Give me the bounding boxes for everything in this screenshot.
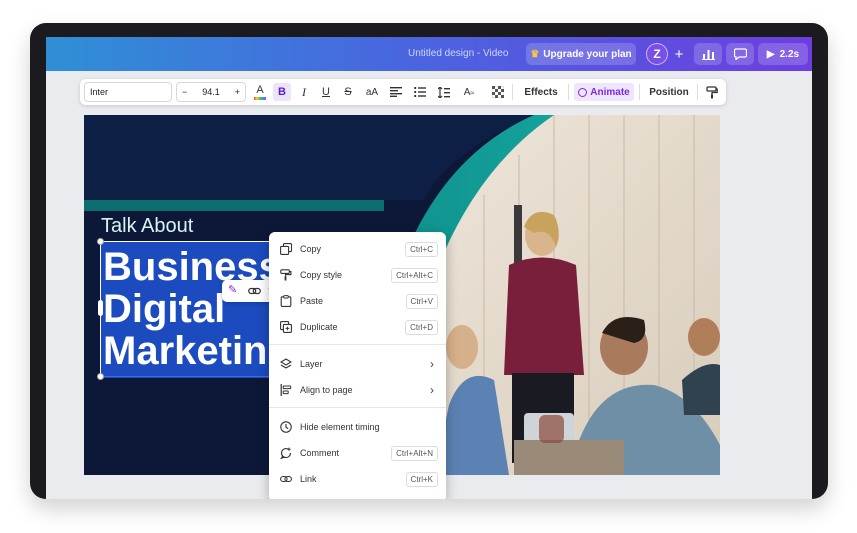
menu-item-label: Align to page — [300, 385, 353, 395]
menu-item-label: Link — [300, 474, 317, 484]
menu-item-label: Hide element timing — [300, 422, 380, 432]
app-screen: Untitled design - Video ♛ Upgrade your p… — [46, 37, 812, 499]
animate-label: Animate — [590, 86, 630, 98]
duplicate-icon — [280, 321, 292, 333]
title-text: Business Digital Marketing — [103, 246, 277, 372]
rainbow-bar-icon — [254, 96, 266, 100]
position-button[interactable]: Position — [646, 83, 692, 101]
menu-item-label: Comment — [300, 448, 340, 458]
effects-button[interactable]: Effects — [520, 83, 562, 101]
clipboard-icon — [280, 295, 292, 307]
text-effects-button[interactable]: A≈ — [460, 83, 478, 101]
menu-item-comment[interactable]: Comment Ctrl+Alt+N — [269, 443, 446, 463]
underline-button[interactable]: U — [319, 83, 333, 101]
align-icon — [280, 384, 292, 396]
toolbar-divider — [512, 84, 513, 100]
chevron-right-icon: › — [430, 357, 434, 371]
font-size-increase[interactable]: + — [235, 87, 240, 97]
paint-roller-icon — [280, 269, 292, 281]
bar-chart-icon — [701, 50, 715, 60]
menu-item-copy[interactable]: Copy Ctrl+C — [269, 239, 446, 259]
title-line-3: Marketing — [103, 329, 277, 372]
resize-handle-bottom-left[interactable] — [97, 373, 104, 380]
line-spacing-icon — [438, 86, 450, 98]
menu-item-shortcut: Ctrl+D — [405, 320, 438, 335]
text-style-icon: A≈ — [463, 86, 475, 98]
menu-item-shortcut: Ctrl+K — [405, 472, 438, 487]
menu-item-shortcut: Ctrl+Alt+C — [391, 268, 438, 283]
text-color-letter: A — [256, 83, 264, 96]
subtitle-text[interactable]: Talk About — [101, 215, 193, 238]
menu-item-paste[interactable]: Paste Ctrl+V — [269, 291, 446, 311]
menu-item-duplicate[interactable]: Duplicate Ctrl+D — [269, 317, 446, 337]
copy-style-button[interactable] — [704, 83, 720, 101]
avatar[interactable]: Z — [646, 43, 668, 65]
top-bar: Untitled design - Video ♛ Upgrade your p… — [46, 37, 812, 71]
menu-item-label: Layer — [300, 359, 323, 369]
menu-item-shortcut: Ctrl+C — [405, 242, 438, 257]
chevron-right-icon: › — [430, 383, 434, 397]
menu-item-layer[interactable]: Layer › — [269, 354, 446, 374]
magic-edit-icon[interactable]: ✎ — [228, 283, 237, 296]
copy-icon — [280, 243, 292, 255]
play-button[interactable]: ▶ 2.2s — [758, 43, 808, 65]
letter-case-button[interactable]: aA — [363, 83, 381, 101]
menu-item-link[interactable]: Link Ctrl+K — [269, 469, 446, 489]
play-icon: ▶ — [766, 48, 775, 60]
menu-item-label: Copy — [300, 244, 322, 254]
text-format-toolbar: Inter − 94.1 + A B I U S aA A≈ Effects A… — [80, 79, 726, 105]
bullet-list-icon — [414, 87, 426, 97]
menu-item-copy-style[interactable]: Copy style Ctrl+Alt+C — [269, 265, 446, 285]
menu-item-hide-element-timing[interactable]: Hide element timing — [269, 417, 446, 437]
link-icon[interactable] — [248, 285, 261, 297]
toolbar-divider — [568, 84, 569, 100]
font-size-decrease[interactable]: − — [182, 87, 187, 97]
upgrade-button[interactable]: ♛ Upgrade your plan — [526, 43, 636, 65]
context-menu: Copy Ctrl+C Copy style Ctrl+Alt+C Paste … — [269, 232, 446, 499]
insights-button[interactable] — [694, 43, 722, 65]
comment-icon — [280, 447, 292, 459]
list-button[interactable] — [412, 83, 428, 101]
font-size-value[interactable]: 94.1 — [202, 87, 220, 97]
menu-item-label: Copy style — [300, 270, 343, 280]
menu-separator — [269, 407, 446, 408]
strikethrough-button[interactable]: S — [341, 83, 355, 101]
speech-bubble-icon — [733, 48, 747, 60]
italic-button[interactable]: I — [297, 83, 311, 101]
text-align-button[interactable] — [388, 83, 404, 101]
align-left-icon — [390, 87, 402, 97]
spacing-button[interactable] — [436, 83, 452, 101]
resize-handle-left[interactable] — [98, 300, 103, 316]
menu-item-shortcut: Ctrl+V — [405, 294, 438, 309]
font-family-select[interactable]: Inter — [84, 82, 172, 102]
menu-item-shortcut: Ctrl+Alt+N — [391, 446, 438, 461]
text-color-button[interactable]: A — [252, 83, 268, 101]
add-collaborator-button[interactable]: + — [670, 43, 688, 65]
animate-button[interactable]: Animate — [574, 83, 634, 101]
checkerboard-icon — [492, 86, 504, 98]
clock-icon — [280, 421, 292, 433]
transparency-button[interactable] — [490, 83, 506, 101]
font-size-stepper[interactable]: − 94.1 + — [176, 82, 246, 102]
layers-icon — [280, 358, 292, 369]
animate-icon — [578, 87, 588, 97]
toolbar-divider — [639, 84, 640, 100]
document-title[interactable]: Untitled design - Video — [408, 48, 508, 59]
upgrade-label: Upgrade your plan — [543, 48, 632, 60]
selected-text-box[interactable]: Business Digital Marketing — [97, 238, 277, 380]
menu-item-label: Duplicate — [300, 322, 338, 332]
crown-icon: ♛ — [530, 48, 540, 60]
menu-item-label: Paste — [300, 296, 324, 306]
bold-button[interactable]: B — [273, 83, 291, 101]
resize-handle-top-left[interactable] — [97, 238, 104, 245]
link-icon — [280, 475, 292, 483]
play-duration: 2.2s — [779, 48, 800, 60]
paint-roller-icon — [706, 85, 718, 98]
comments-button[interactable] — [726, 43, 754, 65]
menu-item-align-to-page[interactable]: Align to page › — [269, 380, 446, 400]
menu-separator — [269, 344, 446, 345]
toolbar-divider — [697, 84, 698, 100]
